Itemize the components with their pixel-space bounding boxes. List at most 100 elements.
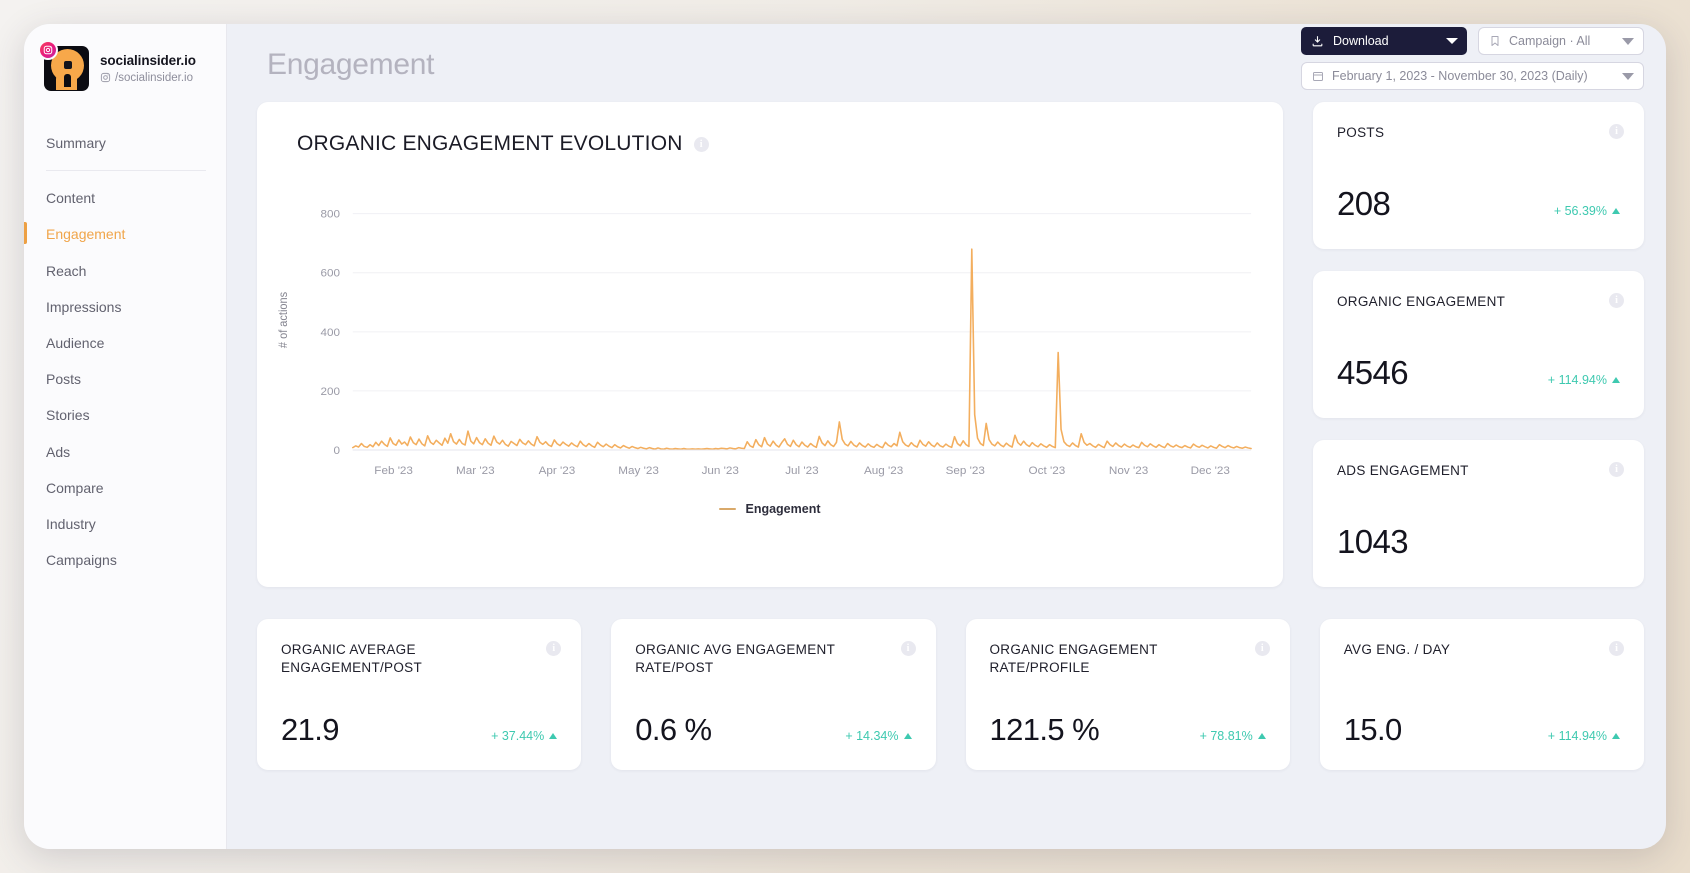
sidebar-item-ads[interactable]: Ads (24, 434, 226, 470)
x-axis-tick-label: Feb '23 (374, 465, 413, 477)
sidebar-item-compare[interactable]: Compare (24, 470, 226, 506)
sidebar-item-stories[interactable]: Stories (24, 397, 226, 433)
x-axis-tick-label: Jun '23 (702, 465, 739, 477)
info-icon[interactable]: i (1609, 124, 1624, 139)
page-title: Engagement (267, 48, 435, 81)
kpi-value: 121.5 % (989, 712, 1100, 747)
date-range-select[interactable]: February 1, 2023 - November 30, 2023 (Da… (1301, 62, 1644, 90)
x-axis-tick-label: Sep '23 (946, 465, 985, 477)
info-icon[interactable]: i (1609, 293, 1624, 308)
info-icon[interactable]: i (1609, 462, 1624, 477)
sidebar-item-engagement[interactable]: Engagement (24, 216, 226, 252)
kpi-value: 1043 (1337, 523, 1409, 560)
campaign-select[interactable]: Campaign · All (1478, 27, 1644, 55)
kpi-body: 4546 + 114.94% (1337, 354, 1620, 418)
chevron-down-icon[interactable] (1622, 37, 1634, 45)
delta-arrow-up-icon (1257, 733, 1266, 739)
sidebar-item-label: Reach (46, 262, 87, 279)
x-axis-tick-label: Mar '23 (456, 465, 495, 477)
engagement-line-chart: 0 200 400 600 800 # of actions Feb '23 Mar '23 A… (257, 182, 1283, 492)
sidebar-item-campaigns[interactable]: Campaigns (24, 542, 226, 578)
profile-handle: /socialinsider.io (100, 72, 196, 84)
profile-block[interactable]: socialinsider.io /socialinsider.io (24, 40, 226, 91)
sidebar-item-label: Campaigns (46, 552, 117, 569)
kpi-value: 15.0 (1343, 712, 1403, 747)
sidebar-item-impressions[interactable]: Impressions (24, 289, 226, 325)
legend-swatch-engagement (719, 507, 737, 511)
kpi-delta-value: + 114.94% (1547, 729, 1607, 743)
kpi-avg-eng-day-card: AVG ENG. / DAY i 15.0 + 114.94% (1319, 619, 1644, 770)
profile-name: socialinsider.io (100, 53, 196, 69)
kpi-value: 21.9 (281, 712, 340, 747)
kpi-organic-average-engagement-post-card: ORGANIC AVERAGE ENGAGEMENT/POST i 21.9 + 37… (257, 619, 582, 770)
info-icon[interactable]: i (1254, 641, 1270, 656)
kpi-label: AVG ENG. / DAY (1343, 642, 1451, 657)
info-icon[interactable]: i (900, 641, 916, 656)
legend-label-engagement: Engagement (745, 502, 821, 516)
date-range-label: February 1, 2023 - November 30, 2023 (Da… (1332, 69, 1588, 83)
kpi-label: ORGANIC AVG ENGAGEMENT RATE/POST (635, 642, 835, 676)
x-axis-tick-label: Jul '23 (785, 465, 818, 477)
kpi-label: ORGANIC ENGAGEMENT RATE/PROFILE (989, 642, 1158, 676)
delta-arrow-up-icon (549, 733, 558, 739)
kpi-label: ADS ENGAGEMENT (1337, 463, 1469, 478)
organic-engagement-evolution-card: ORGANIC ENGAGEMENT EVOLUTION i 0 200 400 60… (257, 102, 1283, 587)
sidebar-item-label: Engagement (46, 226, 126, 243)
x-axis-tick-label: Oct '23 (1029, 465, 1066, 477)
content-grid: ORGANIC ENGAGEMENT EVOLUTION i 0 200 400 60… (227, 102, 1666, 770)
x-axis-tick-label: Nov '23 (1109, 465, 1148, 477)
delta-arrow-up-icon (1612, 377, 1620, 383)
bookmark-icon (1491, 36, 1499, 46)
topbar: Engagement Download Campaign · All Febru… (227, 24, 1666, 102)
sidebar-divider (46, 170, 206, 172)
kpi-body: 1043 (1337, 523, 1620, 587)
kpi-organic-engagement-rate-profile-card: ORGANIC ENGAGEMENT RATE/PROFILE i 121.5 % +… (965, 619, 1290, 770)
info-icon[interactable]: i (1609, 641, 1624, 656)
kpi-body: 121.5 % + 78.81% (990, 712, 1266, 770)
kpi-label: ORGANIC AVERAGE ENGAGEMENT/POST (281, 642, 423, 676)
sidebar-item-label: Impressions (46, 298, 122, 315)
download-button[interactable]: Download (1301, 27, 1467, 55)
kpi-right-stack: POSTS i 208 + 56.39% ORGANIC ENGAGEMENT i 4546… (1313, 102, 1644, 587)
kpi-delta-value: + 56.39% (1553, 204, 1607, 218)
kpi-body: 208 + 56.39% (1337, 185, 1620, 249)
info-icon[interactable]: i (693, 136, 709, 152)
sidebar-item-summary[interactable]: Summary (24, 125, 226, 161)
kpi-delta: + 114.94% (1548, 729, 1620, 743)
kpi-label: POSTS (1337, 125, 1385, 140)
x-axis-tick-label: Dec '23 (1191, 465, 1230, 477)
kpi-delta-value: + 78.81% (1199, 729, 1253, 743)
kpi-organic-avg-engagement-rate-post-card: ORGANIC AVG ENGAGEMENT RATE/POST i 0.6 % + … (611, 619, 936, 770)
y-axis-title: # of actions (278, 292, 290, 348)
sidebar-item-label: Posts (46, 371, 82, 388)
sidebar-item-reach[interactable]: Reach (24, 253, 226, 289)
sidebar-item-industry[interactable]: Industry (24, 506, 226, 542)
calendar-icon (1313, 72, 1323, 81)
download-label: Download (1333, 34, 1389, 48)
kpi-value: 0.6 % (635, 712, 712, 747)
kpi-delta: + 56.39% (1554, 204, 1620, 218)
kpi-body: 0.6 % + 14.34% (635, 712, 912, 770)
x-axis-tick-label: Aug '23 (864, 465, 903, 477)
info-icon[interactable]: i (546, 641, 562, 656)
main-area: Engagement Download Campaign · All Febru… (227, 24, 1666, 849)
kpi-ads-engagement-card: ADS ENGAGEMENT i 1043 (1313, 440, 1644, 587)
sidebar-nav: Summary Content Engagement Reach Impressions… (24, 125, 226, 578)
instagram-badge-icon (38, 40, 58, 60)
chevron-down-icon[interactable] (1446, 38, 1458, 44)
kpi-value: 4546 (1337, 354, 1409, 391)
sidebar-item-posts[interactable]: Posts (24, 361, 226, 397)
kpi-delta: + 37.44% (491, 729, 558, 743)
kpi-delta-value: + 37.44% (491, 729, 545, 743)
delta-arrow-up-icon (1612, 733, 1620, 739)
sidebar-item-content[interactable]: Content (24, 180, 226, 216)
chart-legend: Engagement (257, 502, 1283, 516)
kpi-body: 21.9 + 37.44% (281, 712, 558, 770)
sidebar-item-label: Industry (46, 515, 96, 532)
kpi-value: 208 (1337, 185, 1391, 222)
sidebar-item-audience[interactable]: Audience (24, 325, 226, 361)
chevron-down-icon[interactable] (1622, 72, 1634, 80)
kpi-organic-engagement-card: ORGANIC ENGAGEMENT i 4546 + 114.94% (1313, 271, 1644, 418)
chart-header: ORGANIC ENGAGEMENT EVOLUTION i (257, 132, 1283, 156)
sidebar-item-label: Ads (46, 443, 71, 460)
